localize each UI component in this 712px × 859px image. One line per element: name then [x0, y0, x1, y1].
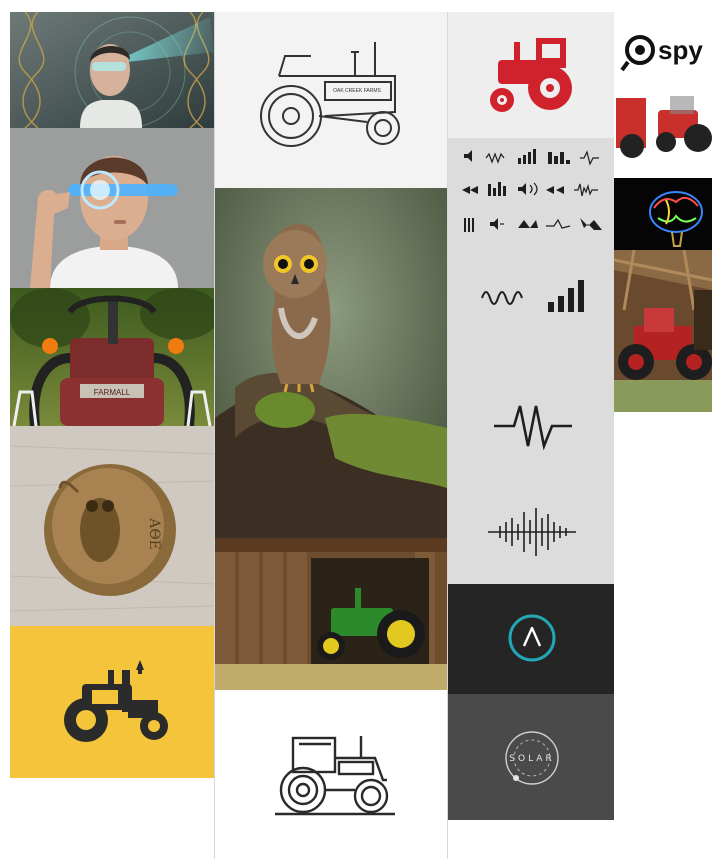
- red-tractor-illustration-tile[interactable]: [448, 12, 614, 138]
- circle-a-icon: [448, 584, 614, 694]
- owl-photo-tile[interactable]: [215, 188, 447, 538]
- neon-brain-tile[interactable]: [614, 178, 712, 250]
- coin-letters-text: ΑΘΕ: [146, 517, 162, 550]
- tractor-outline-icon: OAK CREEK FARMS: [215, 12, 447, 188]
- vr-man-icon: [10, 12, 214, 128]
- man-smart-glasses-tile[interactable]: [10, 128, 214, 288]
- circle-a-logo-tile[interactable]: [448, 584, 614, 694]
- drawing-hood-text: OAK CREEK FARMS: [333, 88, 381, 94]
- owl-coin-tile[interactable]: ΑΘΕ: [10, 426, 214, 626]
- sound-wave-icon: [448, 138, 614, 584]
- tractor-outline-logo-tile[interactable]: [215, 690, 447, 859]
- solar-logo-text: SOLAR: [509, 754, 554, 764]
- yellow-tractor-logo-tile[interactable]: [10, 626, 214, 778]
- tractor-icon: [10, 626, 214, 778]
- spy-logo-icon: spy: [614, 6, 712, 164]
- tractor-badge-text: FARMALL: [94, 388, 131, 397]
- solar-logo-icon: SOLAR: [448, 694, 614, 820]
- barn-tractor-icon: [215, 538, 447, 690]
- vr-man-hologram-tile[interactable]: [10, 12, 214, 128]
- audio-wave-icons-tile[interactable]: [448, 138, 614, 584]
- tractor-outline-icon: [215, 690, 447, 859]
- red-tractor-shed-tile[interactable]: [614, 250, 712, 412]
- solar-logo-tile[interactable]: SOLAR: [448, 694, 614, 820]
- owl-icon: [215, 188, 447, 538]
- green-tractor-barn-tile[interactable]: [215, 538, 447, 690]
- tractor-icon: [448, 12, 614, 138]
- smart-glasses-icon: [10, 128, 214, 288]
- shed-tractor-icon: [614, 250, 712, 412]
- spy-tractor-ad-tile[interactable]: spy: [614, 6, 712, 164]
- tractor-line-drawing-tile[interactable]: OAK CREEK FARMS: [215, 12, 447, 188]
- tractor-photo-icon: FARMALL: [10, 288, 214, 426]
- brain-icon: [614, 178, 712, 250]
- owl-coin-icon: ΑΘΕ: [10, 426, 214, 626]
- spy-logo-text: spy: [658, 35, 703, 65]
- red-tractor-photo-tile[interactable]: FARMALL: [10, 288, 214, 426]
